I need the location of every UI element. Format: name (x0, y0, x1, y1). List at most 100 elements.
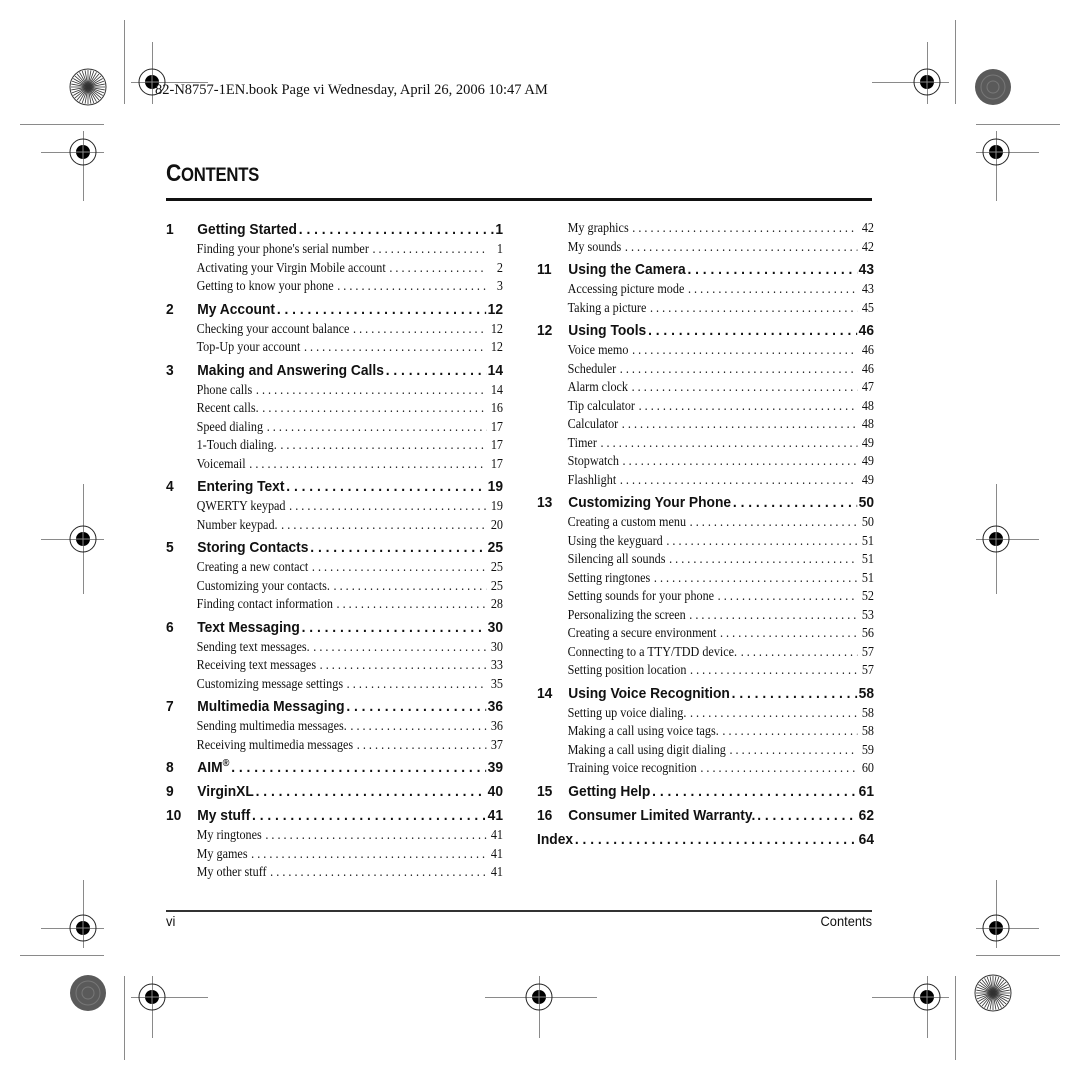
chapter-page: 62 (858, 806, 875, 824)
toc-subentry[interactable]: My games 41 (166, 845, 503, 864)
toc-subentry[interactable]: Receiving multimedia messages 37 (166, 736, 503, 755)
toc-subentry[interactable]: Making a call using voice tags. 58 (537, 722, 874, 741)
toc-subentry[interactable]: Setting up voice dialing. 58 (537, 704, 874, 723)
chapter-page: 12 (487, 300, 504, 318)
toc-subentry[interactable]: Checking your account balance 12 (166, 320, 503, 339)
subentry-page: 33 (490, 657, 503, 672)
toc-chapter-entry[interactable]: Index 64 (537, 829, 874, 850)
chapter-title: VirginXL (197, 781, 253, 802)
toc-subentry[interactable]: Voicemail 17 (166, 455, 503, 474)
toc-chapter-entry[interactable]: 7 Multimedia Messaging 36 (166, 696, 503, 717)
toc-subentry[interactable]: 1-Touch dialing. 17 (166, 436, 503, 455)
toc-subentry[interactable]: Finding contact information 28 (166, 595, 503, 614)
toc-chapter-entry[interactable]: 8 AIM® 39 (166, 757, 503, 778)
dot-leader (720, 624, 858, 643)
subentry-page: 57 (861, 643, 874, 659)
chapter-title: My stuff (197, 805, 250, 826)
toc-chapter-entry[interactable]: 15 Getting Help 61 (537, 781, 874, 802)
toc-subentry[interactable]: Taking a picture 45 (537, 299, 874, 318)
crop-line (976, 955, 1060, 956)
toc-chapter-entry[interactable]: 6 Text Messaging 30 (166, 617, 503, 638)
chapter-title-text: Storing Contacts (197, 539, 309, 556)
toc-chapter-entry[interactable]: 5 Storing Contacts 25 (166, 537, 503, 558)
toc-chapter-entry[interactable]: 3 Making and Answering Calls 14 (166, 360, 503, 381)
toc-subentry[interactable]: Silencing all sounds 51 (537, 550, 874, 569)
toc-subentry[interactable]: Tip calculator 48 (537, 397, 874, 416)
chapter-title: Using the Camera (568, 259, 685, 280)
toc-subentry[interactable]: Stopwatch 49 (537, 452, 874, 471)
toc-subentry[interactable]: My sounds 42 (537, 238, 874, 257)
toc-chapter-entry[interactable]: 10 My stuff 41 (166, 805, 503, 826)
toc-chapter-entry[interactable]: 4 Entering Text 19 (166, 476, 503, 497)
toc-subentry[interactable]: Phone calls 14 (166, 381, 503, 400)
toc-subentry[interactable]: Personalizing the screen 53 (537, 606, 874, 625)
toc-subentry[interactable]: Voice memo 46 (537, 341, 874, 360)
toc-subentry[interactable]: Scheduler 46 (537, 360, 874, 379)
toc-subentry[interactable]: Connecting to a TTY/TDD device. 57 (537, 643, 874, 662)
dot-leader (625, 238, 858, 257)
toc-subentry[interactable]: Sending text messages. 30 (166, 638, 503, 657)
dot-leader (632, 378, 858, 397)
toc-subentry[interactable]: Recent calls. 16 (166, 399, 503, 418)
toc-subentry[interactable]: QWERTY keypad 19 (166, 497, 503, 516)
subentry-page: 20 (490, 516, 503, 532)
dot-leader (652, 781, 857, 802)
toc-subentry[interactable]: Creating a secure environment 56 (537, 624, 874, 643)
toc-chapter-entry[interactable]: 12 Using Tools 46 (537, 320, 874, 341)
dot-leader (690, 513, 858, 532)
toc-subentry[interactable]: Accessing picture mode 43 (537, 280, 874, 299)
dot-leader (620, 471, 858, 490)
toc-subentry[interactable]: My other stuff 41 (166, 863, 503, 882)
toc-subentry[interactable]: My ringtones 41 (166, 826, 503, 845)
subentry-title: Voice memo (567, 342, 629, 357)
toc-subentry[interactable]: Setting ringtones 51 (537, 569, 874, 588)
toc-subentry[interactable]: Customizing your contacts. 25 (166, 577, 503, 596)
toc-subentry[interactable]: Setting position location 57 (537, 661, 874, 680)
gray-wheel-icon (974, 68, 1012, 106)
toc-subentry[interactable]: Using the keyguard 51 (537, 532, 874, 551)
toc-chapter-entry[interactable]: 1 Getting Started 1 (166, 219, 503, 240)
toc-subentry[interactable]: Speed dialing 17 (166, 418, 503, 437)
toc-subentry[interactable]: Creating a custom menu 50 (537, 513, 874, 532)
subentry-page: 12 (490, 339, 503, 354)
dot-leader (353, 320, 487, 339)
toc-subentry[interactable]: Activating your Virgin Mobile account 2 (166, 259, 503, 278)
toc-chapter-entry[interactable]: 16 Consumer Limited Warranty. 62 (537, 805, 874, 826)
toc-subentry[interactable]: My graphics 42 (537, 219, 874, 238)
toc-subentry[interactable]: Finding your phone's serial number 1 (166, 240, 503, 259)
toc-subentry[interactable]: Customizing message settings 35 (166, 675, 503, 694)
toc-subentry[interactable]: Receiving text messages 33 (166, 656, 503, 675)
toc-subentry[interactable]: Flashlight 49 (537, 471, 874, 490)
chapter-title: Entering Text (197, 476, 284, 497)
toc-subentry[interactable]: Number keypad. 20 (166, 516, 503, 535)
toc-chapter-entry[interactable]: 2 My Account 12 (166, 299, 503, 320)
toc-subentry[interactable]: Creating a new contact 25 (166, 558, 503, 577)
subentry-title: Timer (567, 434, 597, 450)
toc-subentry[interactable]: Alarm clock 47 (537, 378, 874, 397)
toc-subentry[interactable]: Getting to know your phone 3 (166, 277, 503, 296)
subentry-title: Tip calculator (567, 397, 635, 413)
chapter-title-text: Entering Text (197, 478, 285, 495)
toc-chapter-entry[interactable]: 11 Using the Camera 43 (537, 259, 874, 280)
chapter-title-text: Getting Help (568, 782, 651, 800)
subentry-title: Setting position location (567, 662, 687, 677)
toc-subentry[interactable]: Sending multimedia messages. 36 (166, 717, 503, 736)
registration-mark-icon (68, 524, 98, 554)
toc-subentry[interactable]: Making a call using digit dialing 59 (537, 741, 874, 760)
toc-subentry[interactable]: Calculator 48 (537, 415, 874, 434)
toc-subentry[interactable]: Timer 49 (537, 434, 874, 453)
chapter-page: 64 (858, 830, 875, 848)
toc-chapter-entry[interactable]: 14 Using Voice Recognition 58 (537, 683, 874, 704)
subentry-title: Getting to know your phone (196, 278, 334, 293)
toc-subentry[interactable]: Setting sounds for your phone 52 (537, 587, 874, 606)
toc-subentry[interactable]: Training voice recognition 60 (537, 759, 874, 778)
toc-chapter-entry[interactable]: 9 VirginXL 40 (166, 781, 503, 802)
dot-leader (650, 299, 858, 318)
chapter-number: 11 (537, 261, 552, 278)
toc-chapter-entry[interactable]: 13 Customizing Your Phone 50 (537, 492, 874, 513)
toc-subentry[interactable]: Top-Up your account 12 (166, 338, 503, 357)
crop-line (124, 976, 125, 1060)
dot-leader (639, 397, 858, 416)
chapter-number: 3 (166, 361, 174, 379)
subentry-title: Making a call using digit dialing (567, 741, 726, 757)
